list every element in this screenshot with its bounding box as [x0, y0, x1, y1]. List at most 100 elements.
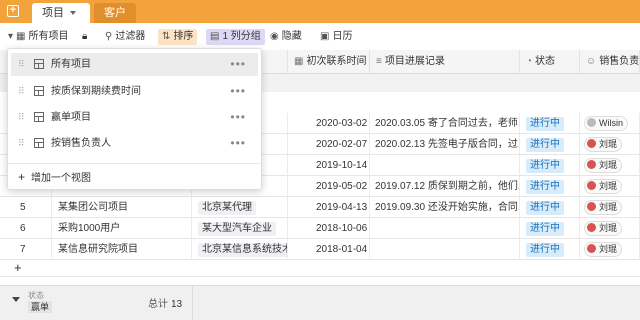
contact-date-cell[interactable]: 2019-04-13 — [288, 197, 370, 218]
user-chip: 刘琨 — [584, 179, 623, 194]
status-cell[interactable]: 进行中 — [520, 134, 580, 155]
client-cell[interactable]: 北京某代理 — [192, 197, 288, 218]
client-cell[interactable]: 某大型汽车企业 — [192, 218, 288, 239]
project-name-cell[interactable]: 某信息研究院项目 — [52, 239, 192, 260]
progress-cell[interactable] — [370, 239, 520, 260]
sort-label: 排序 — [173, 31, 194, 42]
grid-view-icon — [34, 59, 44, 69]
column-header-progress[interactable]: ≡ 项目进展记录 — [370, 50, 520, 74]
status-badge: 进行中 — [526, 201, 564, 215]
view-item-label: 按销售负责人 — [51, 138, 111, 149]
table-row[interactable]: 6 采购1000用户 某大型汽车企业 2018-10-06 进行中 刘琨 — [0, 218, 640, 239]
status-cell[interactable]: 进行中 — [520, 155, 580, 176]
owner-cell[interactable]: Wilsin — [580, 113, 640, 134]
add-row-button[interactable]: + — [0, 259, 640, 277]
table-row[interactable]: 7某信息研究院项目北京某信息系统技术有2018-01-04 进行中 刘琨 — [0, 239, 640, 260]
project-name-cell[interactable]: 采购1000用户 — [52, 218, 192, 239]
more-options-icon[interactable]: ••• — [230, 132, 246, 155]
client-cell[interactable]: 北京某信息系统技术有 — [192, 239, 288, 260]
more-options-icon[interactable]: ••• — [230, 80, 246, 103]
table-row[interactable]: 5 某集团公司项目 北京某代理 2019-04-13 2019.09.30 还没开始实施… — [0, 197, 640, 218]
filter-icon: ⚲ — [105, 31, 113, 42]
group-total: 总计 13 — [148, 295, 182, 310]
avatar — [587, 118, 596, 127]
progress-cell[interactable]: 2019.09.30 还没开始实施，合同... — [370, 197, 520, 218]
view-switcher-button[interactable]: ▾ ▦ 所有项目 — [8, 29, 68, 45]
drag-handle-icon[interactable]: ⠿ — [18, 106, 25, 129]
status-cell[interactable]: 进行中 — [520, 197, 580, 218]
divider — [192, 286, 193, 320]
drag-handle-icon[interactable]: ⠿ — [18, 132, 25, 155]
client-tag: 北京某信息系统技术有 — [198, 243, 287, 257]
user-chip: 刘琨 — [584, 221, 623, 236]
owner-cell[interactable]: 刘琨 — [580, 134, 640, 155]
hide-label: 隐藏 — [281, 31, 302, 42]
view-item[interactable]: ⠿ 赢单项目 ••• — [11, 106, 258, 129]
chevron-down-icon: ▾ — [8, 31, 14, 42]
progress-cell[interactable]: 2020.03.05 寄了合同过去，老师... — [370, 113, 520, 134]
more-options-icon[interactable]: ••• — [230, 106, 246, 129]
tab-customers[interactable]: 客户 — [94, 3, 136, 23]
progress-cell[interactable] — [370, 218, 520, 239]
filter-button[interactable]: ⚲ 过滤器 — [105, 29, 145, 45]
column-header-contact-date[interactable]: ▦ 初次联系时间 — [288, 50, 370, 74]
avatar — [587, 139, 596, 148]
view-item[interactable]: ⠿ 按质保到期续费时间 ••• — [11, 80, 258, 103]
status-cell[interactable]: 进行中 — [520, 176, 580, 197]
contact-date-cell[interactable]: 2018-01-04 — [288, 239, 370, 260]
avatar — [587, 202, 596, 211]
contact-date-cell[interactable]: 2018-10-06 — [288, 218, 370, 239]
group-button[interactable]: ▤ 1 列分组 — [206, 29, 265, 45]
user-name: 刘琨 — [599, 244, 618, 254]
status-badge: 进行中 — [526, 159, 564, 173]
progress-cell[interactable]: 2019.07.12 质保到期之前，他们... — [370, 176, 520, 197]
owner-cell[interactable]: 刘琨 — [580, 155, 640, 176]
calendar-field-icon: ▦ — [294, 56, 304, 67]
view-item[interactable]: ⠿ 所有项目 ••• — [11, 53, 258, 76]
status-badge: 进行中 — [526, 117, 564, 131]
sort-icon: ⇅ — [162, 31, 171, 42]
view-label: 所有项目 — [28, 31, 69, 42]
calendar-button[interactable]: ▣ 日历 — [320, 29, 352, 45]
status-badge: 进行中 — [526, 222, 564, 236]
status-cell[interactable]: 进行中 — [520, 113, 580, 134]
tab-projects[interactable]: 项目 — [32, 3, 90, 23]
group-field-label: 状态 — [28, 291, 44, 300]
add-view-button[interactable]: + 增加一个视图 — [18, 169, 91, 187]
chevron-down-icon[interactable] — [70, 11, 76, 16]
toolbar: ▾ ▦ 所有项目 🔒︎ ⚲ 过滤器 ⇅ 排序 ▤ 1 列分组 ◉ 隐藏 ▣ 日历 — [0, 26, 640, 48]
progress-cell[interactable] — [370, 155, 520, 176]
drag-handle-icon[interactable]: ⠿ — [18, 80, 25, 103]
eye-icon: ◉ — [270, 31, 279, 42]
tab-bar: + 项目 客户 — [0, 0, 640, 23]
lock-icon[interactable]: 🔒︎ — [82, 29, 87, 45]
more-options-icon[interactable]: ••• — [230, 53, 246, 76]
add-tab-icon[interactable]: + — [7, 5, 19, 17]
owner-cell[interactable]: 刘琨 — [580, 218, 640, 239]
owner-cell[interactable]: 刘琨 — [580, 239, 640, 260]
status-cell[interactable]: 进行中 — [520, 239, 580, 260]
status-cell[interactable]: 进行中 — [520, 218, 580, 239]
column-header-status[interactable]: ◔ 状态 — [520, 50, 580, 74]
group-header[interactable]: 状态 赢单 总计 13 — [0, 285, 640, 320]
view-item-label: 按质保到期续费时间 — [51, 86, 141, 97]
sort-button[interactable]: ⇅ 排序 — [158, 29, 198, 45]
owner-cell[interactable]: 刘琨 — [580, 197, 640, 218]
client-tag: 北京某代理 — [198, 201, 256, 215]
project-name-cell[interactable]: 某集团公司项目 — [52, 197, 192, 218]
group-total-count: 13 — [171, 299, 183, 310]
contact-date-cell[interactable]: 2020-02-07 — [288, 134, 370, 155]
avatar — [587, 160, 596, 169]
hide-fields-button[interactable]: ◉ 隐藏 — [270, 29, 302, 45]
status-badge: 进行中 — [526, 180, 564, 194]
contact-date-cell[interactable]: 2020-03-02 — [288, 113, 370, 134]
progress-cell[interactable]: 2020.02.13 先签电子版合同，过... — [370, 134, 520, 155]
contact-date-cell[interactable]: 2019-05-02 — [288, 176, 370, 197]
owner-cell[interactable]: 刘琨 — [580, 176, 640, 197]
collapse-triangle-icon[interactable] — [12, 297, 20, 302]
view-item[interactable]: ⠿ 按销售负责人 ••• — [11, 132, 258, 155]
drag-handle-icon[interactable]: ⠿ — [18, 53, 25, 76]
column-header-owner[interactable]: ☺销售负责人 — [580, 50, 640, 74]
add-view-label: 增加一个视图 — [31, 173, 92, 184]
contact-date-cell[interactable]: 2019-10-14 — [288, 155, 370, 176]
